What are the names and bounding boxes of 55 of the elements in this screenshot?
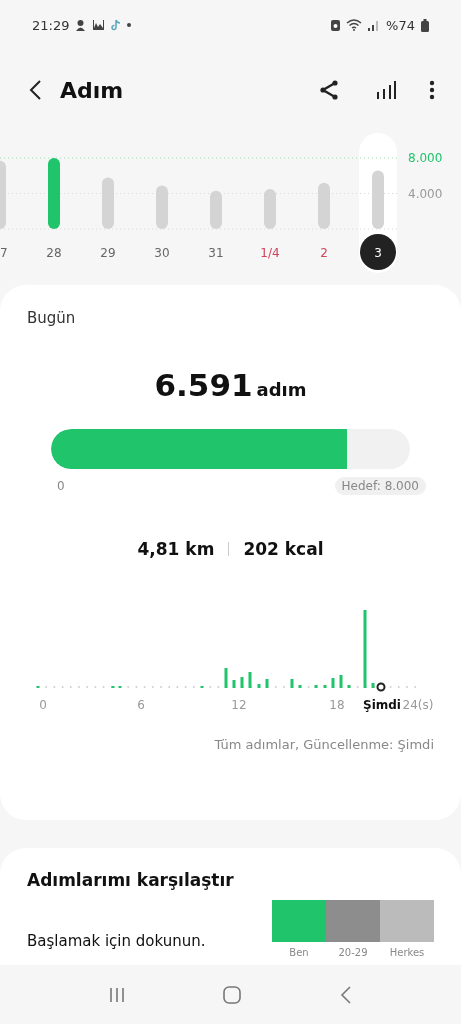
axis-label: 18	[329, 698, 345, 712]
wifi-icon	[346, 19, 363, 31]
step-unit: adım	[256, 379, 307, 400]
day-bar[interactable]	[0, 160, 6, 229]
day-bar[interactable]	[48, 158, 60, 229]
back-icon[interactable]	[28, 79, 42, 101]
axis-label: 12	[231, 698, 247, 712]
update-note: Tüm adımlar, Güncellenme: Şimdi	[213, 737, 434, 752]
notification-icon	[75, 19, 87, 31]
home-icon[interactable]	[223, 985, 242, 1004]
axis-label: 8.000	[408, 151, 443, 165]
card-title: Bugün	[27, 309, 77, 327]
recent-apps-icon[interactable]	[109, 986, 126, 1003]
group-label: Ben	[289, 947, 309, 958]
group-label: Herkes	[389, 947, 425, 958]
day-label[interactable]: 7	[0, 246, 8, 260]
music-note-icon	[111, 19, 122, 31]
day-label[interactable]: 30	[154, 246, 170, 260]
battery-level: %74	[386, 17, 415, 33]
calories: 202 kcal	[243, 539, 324, 559]
day-label[interactable]: 2	[320, 246, 328, 260]
goal-label: Hedef: 8.000	[334, 477, 426, 495]
now-marker-icon	[376, 682, 386, 692]
distance: 4,81 km	[137, 539, 215, 559]
axis-label: 4.000	[408, 186, 443, 201]
axis-label: 6	[137, 698, 145, 712]
card-title: Adımlarımı karşılaştır	[27, 870, 235, 890]
step-count: 6.591	[154, 367, 253, 403]
day-bar[interactable]	[102, 177, 114, 229]
group-label: 20-29	[338, 947, 368, 958]
day-bar[interactable]	[318, 182, 330, 229]
battery-saver-icon	[331, 19, 341, 31]
day-label[interactable]: 1/4	[260, 246, 280, 260]
battery-icon	[421, 18, 429, 32]
x-tick-label: 3	[374, 245, 382, 260]
progress-start-label: 0	[57, 479, 65, 493]
day-bar[interactable]	[156, 185, 168, 229]
signal-icon	[368, 19, 381, 31]
day-bar[interactable]	[264, 189, 276, 229]
selected-day[interactable]: 3	[360, 234, 396, 270]
day-bar[interactable]	[372, 170, 384, 229]
day-label[interactable]: 29	[100, 246, 116, 260]
axis-label: 24(s)	[402, 698, 434, 712]
dot-icon	[127, 23, 132, 27]
nav-back-icon[interactable]	[339, 985, 352, 1004]
day-label[interactable]: 28	[46, 246, 62, 260]
axis-label: Şimdi	[363, 698, 401, 712]
day-bar[interactable]	[210, 190, 222, 229]
page-title: Adım	[60, 77, 125, 103]
clock: 21:29	[32, 17, 70, 33]
axis-label: 0	[39, 698, 47, 712]
compare-card[interactable]: Adımlarımı karşılaştır Başlamak için dokunun. Ben 20-29 Herkes	[0, 848, 461, 965]
day-label[interactable]: 31	[208, 246, 224, 260]
image-icon	[92, 19, 106, 31]
hint-text: Başlamak için dokunun.	[27, 932, 207, 950]
